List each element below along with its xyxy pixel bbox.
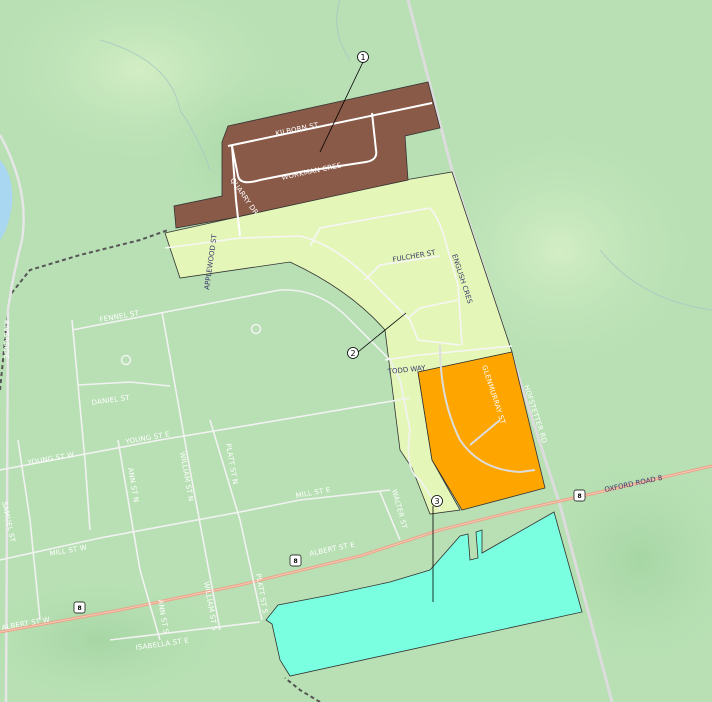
street-label: ALBERT ST E (309, 540, 356, 557)
lake-shape (0, 160, 13, 240)
callout-number: 2 (351, 349, 356, 358)
route-shield-label: 8 (578, 493, 582, 500)
street-label: DANIEL ST (91, 394, 131, 407)
street-label: PLATT ST N (224, 443, 239, 485)
trail-line-south (284, 677, 321, 702)
callout-number: 1 (361, 53, 366, 62)
route-shield-label: 8 (294, 558, 298, 565)
street-label: RIVERSIDE (2, 320, 10, 359)
route-shield-icon: 8 (73, 601, 86, 614)
map-canvas[interactable]: KILBORN ST WORKMAN CRES QUARRY DR APPLEW… (0, 0, 712, 702)
cul-de-sac-icon (250, 323, 262, 335)
street-label: YOUNG ST W (26, 451, 75, 467)
callout-number: 3 (435, 497, 440, 506)
street-label: SAMUEL ST (0, 501, 17, 544)
street-label: WILLIAM ST N (178, 451, 195, 502)
street-label: YOUNG ST E (124, 430, 170, 446)
route-shield-label: 8 (78, 605, 82, 612)
cul-de-sac-icon (120, 354, 132, 366)
street-label: MILL ST W (49, 544, 88, 558)
street-label: FENNEL ST (99, 309, 140, 324)
route-shield-icon: 8 (289, 554, 302, 567)
route-shield-icon: 8 (573, 489, 586, 502)
trail-line (0, 229, 169, 391)
